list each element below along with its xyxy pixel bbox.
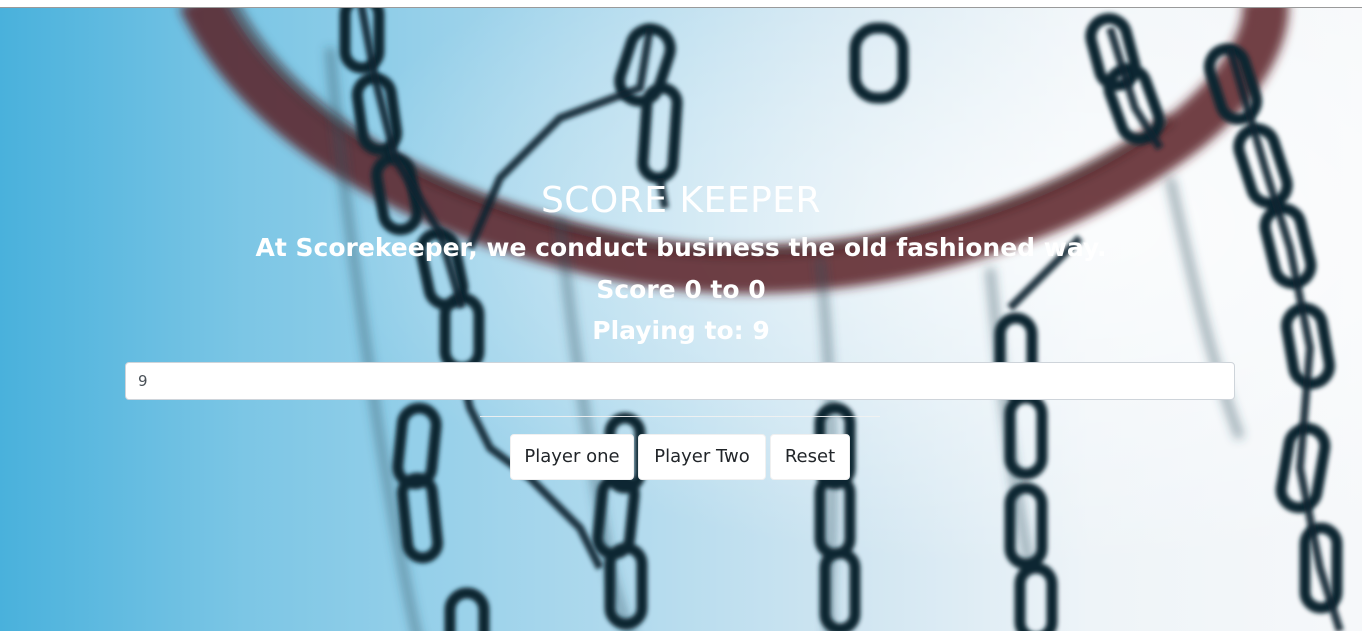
score-keeper-page: SCORE KEEPER At Scorekeeper, we conduct … [0,0,1362,631]
tagline: At Scorekeeper, we conduct business the … [255,233,1107,262]
player-one-button[interactable]: Player one [510,434,634,480]
player-two-button[interactable]: Player Two [638,434,766,480]
main-content: SCORE KEEPER At Scorekeeper, we conduct … [0,8,1362,631]
top-border [0,0,1362,8]
score-display: Score 0 to 0 [596,275,766,304]
reset-button[interactable]: Reset [770,434,850,480]
playing-to-display: Playing to: 9 [592,316,770,345]
target-score-input[interactable] [125,362,1235,400]
divider [480,416,880,417]
page-title: SCORE KEEPER [540,180,822,221]
target-score-field-wrapper [125,362,1235,400]
